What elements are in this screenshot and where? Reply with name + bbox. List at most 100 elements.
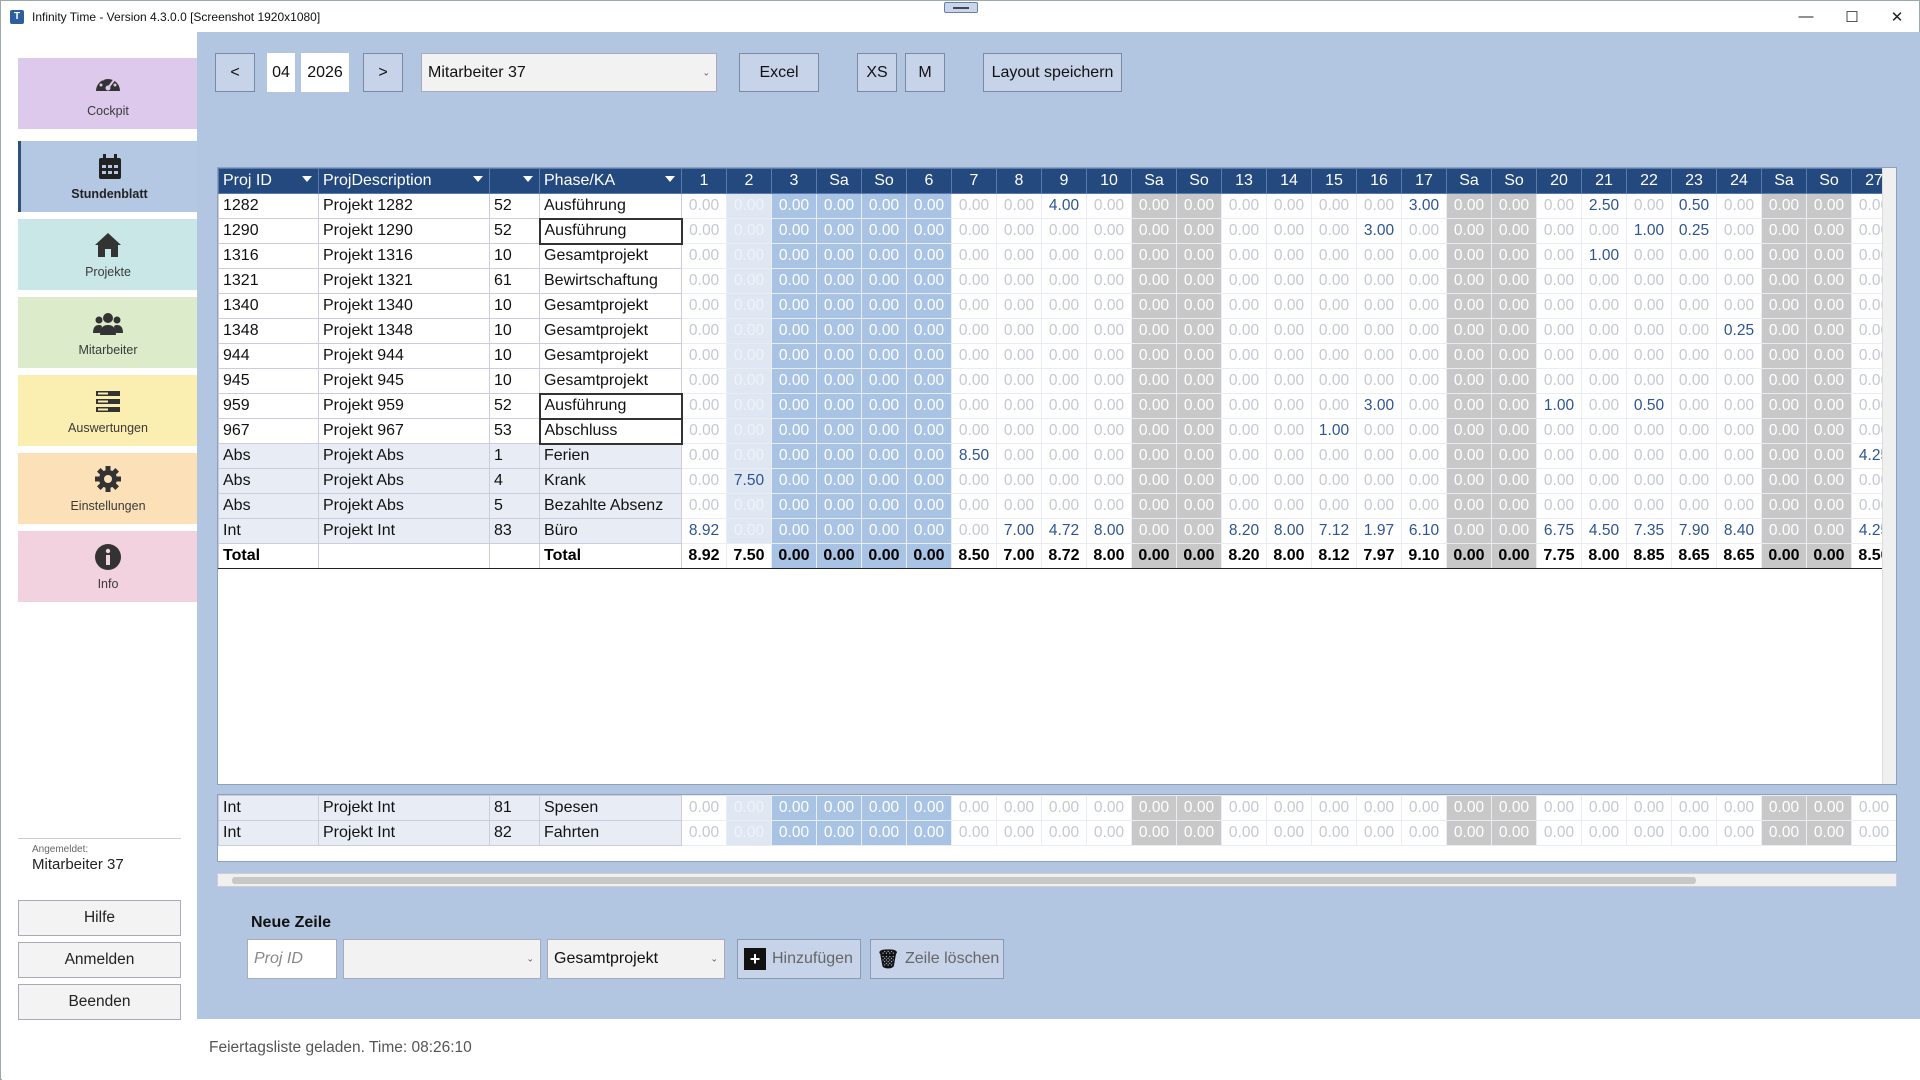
hours-cell[interactable]: 0.00 bbox=[1536, 193, 1582, 219]
phase-cell[interactable]: Krank bbox=[539, 468, 682, 494]
phase-cell[interactable]: Gesamtprojekt bbox=[539, 318, 682, 344]
hours-cell[interactable]: 4.00 bbox=[1041, 193, 1087, 219]
hours-cell[interactable]: 0.00 bbox=[1671, 418, 1717, 444]
proj-description-cell[interactable]: Projekt 944 bbox=[318, 343, 490, 369]
hours-cell[interactable]: 0.00 bbox=[1806, 493, 1852, 519]
hours-cell[interactable]: 0.00 bbox=[1221, 418, 1267, 444]
hours-cell[interactable]: 0.00 bbox=[951, 268, 997, 294]
hours-cell[interactable]: 0.00 bbox=[771, 193, 817, 219]
hours-cell[interactable]: 0.00 bbox=[1491, 368, 1537, 394]
hours-cell[interactable]: 0.50 bbox=[1671, 193, 1717, 219]
hours-cell[interactable]: 0.00 bbox=[996, 493, 1042, 519]
hours-cell[interactable]: 1.00 bbox=[1536, 393, 1582, 419]
hours-cell[interactable]: 0.00 bbox=[1446, 518, 1492, 544]
day-header[interactable]: 3 bbox=[771, 168, 817, 194]
hours-cell[interactable]: 0.00 bbox=[1491, 418, 1537, 444]
proj-id-cell[interactable]: 1348 bbox=[218, 318, 319, 344]
hours-cell[interactable]: 1.00 bbox=[1626, 218, 1672, 244]
phase-cell[interactable]: Fahrten bbox=[539, 820, 682, 846]
hours-cell[interactable]: 0.00 bbox=[1401, 218, 1447, 244]
hours-cell[interactable]: 0.00 bbox=[681, 318, 727, 344]
proj-id-cell[interactable]: 945 bbox=[218, 368, 319, 394]
hours-cell[interactable]: 0.00 bbox=[996, 318, 1042, 344]
hours-cell[interactable]: 0.00 bbox=[1671, 368, 1717, 394]
hours-cell[interactable]: 0.00 bbox=[1671, 795, 1717, 821]
hours-cell[interactable]: 0.00 bbox=[1446, 318, 1492, 344]
hours-cell[interactable]: 0.00 bbox=[1131, 343, 1177, 369]
hours-cell[interactable]: 0.00 bbox=[1536, 218, 1582, 244]
proj-id-cell[interactable]: 1290 bbox=[218, 218, 319, 244]
day-header[interactable]: 14 bbox=[1266, 168, 1312, 194]
hours-cell[interactable]: 0.00 bbox=[1671, 443, 1717, 469]
next-month-button[interactable]: > bbox=[363, 53, 403, 92]
new-project-select[interactable]: ⌄ bbox=[343, 939, 541, 979]
maximize-button[interactable]: ☐ bbox=[1829, 1, 1875, 32]
hours-cell[interactable]: 0.00 bbox=[1311, 243, 1357, 269]
hours-cell[interactable]: 0.00 bbox=[906, 820, 952, 846]
proj-number-cell[interactable]: 52 bbox=[489, 393, 540, 419]
hours-cell[interactable]: 0.00 bbox=[996, 443, 1042, 469]
proj-description-cell[interactable]: Projekt 1321 bbox=[318, 268, 490, 294]
proj-number-cell[interactable]: 10 bbox=[489, 343, 540, 369]
hours-cell[interactable]: 0.00 bbox=[1581, 418, 1627, 444]
hours-cell[interactable]: 0.00 bbox=[906, 268, 952, 294]
hours-cell[interactable]: 0.00 bbox=[1041, 268, 1087, 294]
hours-cell[interactable]: 0.00 bbox=[1491, 795, 1537, 821]
hours-cell[interactable]: 0.00 bbox=[1491, 468, 1537, 494]
hours-cell[interactable]: 3.00 bbox=[1356, 393, 1402, 419]
hours-cell[interactable]: 0.00 bbox=[1851, 795, 1896, 821]
horizontal-scrollbar[interactable] bbox=[217, 873, 1897, 887]
hours-cell[interactable]: 0.00 bbox=[861, 795, 907, 821]
hours-cell[interactable]: 0.00 bbox=[1221, 343, 1267, 369]
hours-cell[interactable]: 0.00 bbox=[771, 795, 817, 821]
proj-id-cell[interactable]: 1321 bbox=[218, 268, 319, 294]
hours-cell[interactable]: 0.00 bbox=[726, 293, 772, 319]
hours-cell[interactable]: 0.00 bbox=[906, 368, 952, 394]
proj-description-cell[interactable]: Projekt 959 bbox=[318, 393, 490, 419]
hours-cell[interactable]: 0.00 bbox=[1311, 443, 1357, 469]
hours-cell[interactable]: 0.00 bbox=[1266, 243, 1312, 269]
hours-cell[interactable]: 0.00 bbox=[1536, 443, 1582, 469]
hours-cell[interactable]: 0.00 bbox=[1266, 268, 1312, 294]
hours-cell[interactable]: 0.00 bbox=[1356, 443, 1402, 469]
hours-cell[interactable]: 0.00 bbox=[1581, 393, 1627, 419]
proj-description-cell[interactable]: Projekt Abs bbox=[318, 468, 490, 494]
hours-cell[interactable]: 0.00 bbox=[1446, 443, 1492, 469]
hours-cell[interactable]: 0.00 bbox=[1716, 243, 1762, 269]
hours-cell[interactable]: 0.00 bbox=[816, 418, 862, 444]
phase-cell[interactable]: Spesen bbox=[539, 795, 682, 821]
hours-cell[interactable]: 0.00 bbox=[1491, 393, 1537, 419]
hours-cell[interactable]: 0.00 bbox=[1446, 218, 1492, 244]
hours-cell[interactable]: 0.00 bbox=[726, 493, 772, 519]
phase-cell[interactable]: Büro bbox=[539, 518, 682, 544]
hours-cell[interactable]: 0.00 bbox=[1131, 795, 1177, 821]
hours-cell[interactable]: 0.00 bbox=[1041, 443, 1087, 469]
hours-cell[interactable]: 0.00 bbox=[1536, 795, 1582, 821]
hours-cell[interactable]: 0.00 bbox=[1086, 820, 1132, 846]
hours-cell[interactable]: 0.00 bbox=[771, 393, 817, 419]
nav-cockpit[interactable]: Cockpit bbox=[18, 58, 198, 129]
hours-cell[interactable]: 0.00 bbox=[1626, 343, 1672, 369]
hours-cell[interactable]: 0.00 bbox=[1491, 518, 1537, 544]
hours-cell[interactable]: 0.00 bbox=[1086, 343, 1132, 369]
hours-cell[interactable]: 0.00 bbox=[1356, 268, 1402, 294]
hours-cell[interactable]: 0.00 bbox=[1671, 343, 1717, 369]
hours-cell[interactable]: 0.00 bbox=[1176, 795, 1222, 821]
proj-id-cell[interactable]: Abs bbox=[218, 493, 319, 519]
hours-cell[interactable]: 0.00 bbox=[1806, 268, 1852, 294]
hours-cell[interactable]: 0.00 bbox=[1221, 293, 1267, 319]
day-header[interactable]: Sa bbox=[1131, 168, 1177, 194]
day-header[interactable]: Sa bbox=[1446, 168, 1492, 194]
proj-description-cell[interactable]: Projekt 1340 bbox=[318, 293, 490, 319]
hours-cell[interactable]: 0.00 bbox=[1761, 218, 1807, 244]
hours-cell[interactable]: 0.00 bbox=[906, 468, 952, 494]
hours-cell[interactable]: 0.00 bbox=[1131, 268, 1177, 294]
prev-month-button[interactable]: < bbox=[215, 53, 255, 92]
hours-cell[interactable]: 0.00 bbox=[861, 318, 907, 344]
hours-cell[interactable]: 0.00 bbox=[861, 243, 907, 269]
hours-cell[interactable]: 0.00 bbox=[1221, 443, 1267, 469]
hours-cell[interactable]: 0.00 bbox=[1311, 193, 1357, 219]
hours-cell[interactable]: 0.00 bbox=[1356, 368, 1402, 394]
day-header[interactable]: 20 bbox=[1536, 168, 1582, 194]
hours-cell[interactable]: 0.00 bbox=[861, 268, 907, 294]
